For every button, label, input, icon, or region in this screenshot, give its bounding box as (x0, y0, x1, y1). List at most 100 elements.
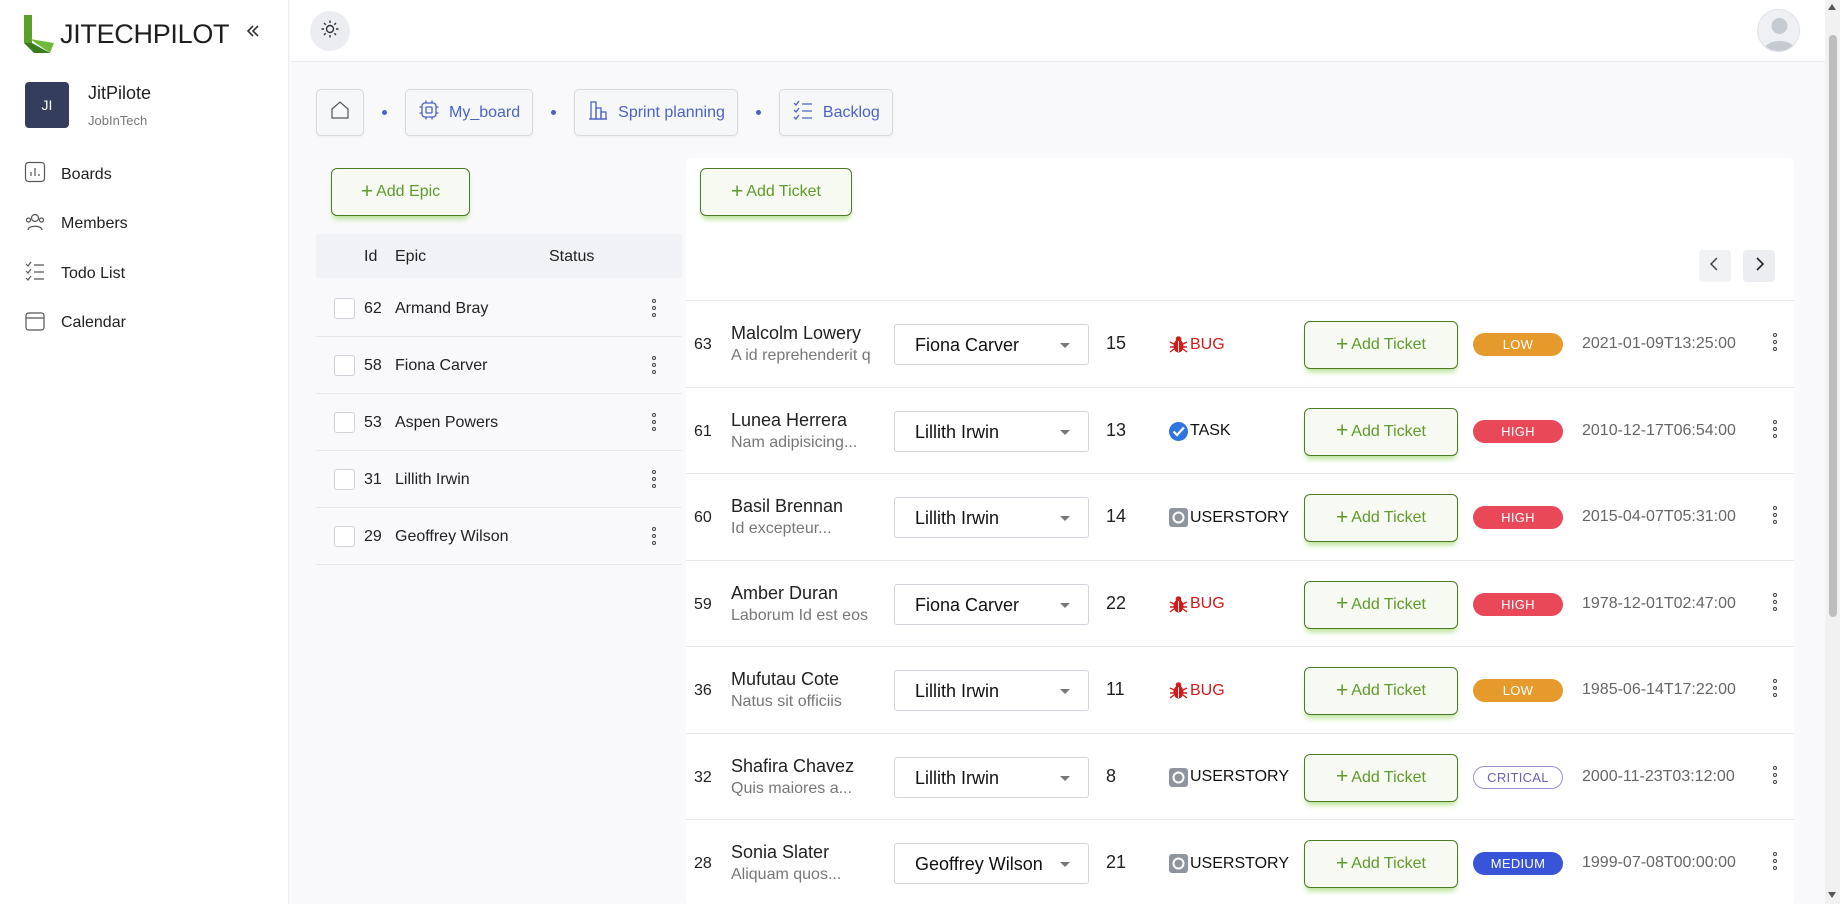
ticket-id: 59 (694, 595, 712, 613)
account-org: JobInTech (88, 112, 148, 128)
priority-badge: MEDIUM (1473, 852, 1563, 875)
add-ticket-row-button[interactable]: + Add Ticket (1304, 580, 1458, 629)
table-row[interactable]: 53 Aspen Powers (316, 394, 682, 451)
sidebar-item-members[interactable]: Members (24, 200, 264, 250)
next-page-button[interactable] (1743, 250, 1775, 282)
breadcrumb-sprint-planning[interactable]: Sprint planning (574, 89, 738, 136)
sun-icon (320, 19, 340, 44)
sidebar-item-label: Todo List (61, 264, 126, 282)
assignee-select[interactable]: Geoffrey Wilson (894, 843, 1089, 884)
table-row[interactable]: 32 Shafira Chavez Quis maiores a... Lill… (686, 734, 1794, 820)
collapse-sidebar-button[interactable] (240, 20, 266, 46)
user-avatar[interactable] (1757, 9, 1800, 52)
more-options-icon[interactable] (1770, 676, 1780, 700)
epic-panel: + Add Epic Id Epic Status 62 Armand Bray… (316, 158, 682, 578)
ticket-type: USERSTORY (1168, 767, 1289, 788)
ticket-type-label: BUG (1190, 681, 1225, 699)
table-row[interactable]: 63 Malcolm Lowery A id reprehenderit q F… (686, 301, 1794, 388)
table-row[interactable]: 59 Amber Duran Laborum Id est eos Fiona … (686, 561, 1794, 647)
row-checkbox[interactable] (334, 355, 355, 376)
add-ticket-row-button[interactable]: + Add Ticket (1304, 494, 1458, 542)
add-ticket-row-button[interactable]: + Add Ticket (1304, 667, 1458, 715)
epic-name: Geoffrey Wilson (395, 528, 509, 545)
bar-chart-icon (24, 161, 46, 188)
row-checkbox[interactable] (334, 298, 355, 319)
more-options-icon[interactable] (1770, 590, 1780, 614)
checklist-icon (792, 99, 814, 126)
scrollbar-thumb[interactable] (1829, 35, 1837, 617)
add-epic-label: Add Epic (376, 183, 441, 200)
more-options-icon[interactable] (649, 296, 659, 320)
scroll-up-arrow-icon[interactable] (1828, 4, 1836, 10)
breadcrumb-home[interactable] (316, 89, 364, 136)
epic-name: Armand Bray (395, 300, 489, 317)
assignee-select[interactable]: Lillith Irwin (894, 410, 1089, 452)
priority-badge: HIGH (1473, 419, 1563, 443)
table-row[interactable]: 28 Sonia Slater Aliquam quos... Geoffrey… (686, 820, 1794, 904)
table-row[interactable]: 29 Geoffrey Wilson (316, 508, 682, 565)
more-options-icon[interactable] (649, 467, 659, 491)
add-ticket-row-button[interactable]: + Add Ticket (1304, 753, 1458, 802)
table-row[interactable]: 58 Fiona Carver (316, 337, 682, 394)
sidebar-item-boards[interactable]: Boards (24, 150, 264, 200)
add-ticket-row-button[interactable]: + Add Ticket (1304, 840, 1458, 888)
caret-down-icon (1060, 429, 1070, 435)
assignee-select[interactable]: Lillith Irwin (894, 756, 1089, 798)
add-ticket-row-button[interactable]: + Add Ticket (1304, 407, 1458, 456)
ticket-type: BUG (1168, 680, 1225, 701)
ticket-type: USERSTORY (1168, 507, 1289, 528)
add-ticket-row-button[interactable]: + Add Ticket (1304, 321, 1458, 369)
bug-icon (1168, 594, 1189, 615)
sidebar-item-todo-list[interactable]: Todo List (24, 249, 264, 299)
page-scrollbar[interactable] (1825, 0, 1840, 904)
add-ticket-row-label: Add Ticket (1351, 768, 1426, 786)
scroll-down-arrow-icon[interactable] (1828, 892, 1836, 898)
ticket-date: 2021-01-09T13:25:00 (1582, 335, 1736, 352)
breadcrumb-backlog[interactable]: Backlog (778, 89, 893, 136)
more-options-icon[interactable] (1770, 763, 1780, 787)
assignee-select[interactable]: Fiona Carver (894, 583, 1089, 625)
sidebar-item-label: Calendar (61, 314, 126, 332)
more-options-icon[interactable] (649, 353, 659, 377)
ticket-date: 1985-06-14T17:22:00 (1582, 681, 1736, 698)
add-ticket-label: Add Ticket (746, 183, 821, 200)
more-options-icon[interactable] (1770, 417, 1780, 441)
row-checkbox[interactable] (334, 526, 355, 547)
sidebar-item-calendar[interactable]: Calendar (24, 299, 264, 349)
story-points: 13 (1106, 419, 1127, 440)
assignee-select[interactable]: Lillith Irwin (894, 497, 1089, 538)
table-row[interactable]: 62 Armand Bray (316, 280, 682, 337)
more-options-icon[interactable] (1770, 330, 1780, 354)
table-row[interactable]: 60 Basil Brennan Id excepteur... Lillith… (686, 474, 1794, 561)
ticket-type-label: TASK (1190, 422, 1231, 439)
account-switcher[interactable]: JI JitPilote JobInTech (25, 82, 151, 128)
more-options-icon[interactable] (649, 524, 659, 548)
ticket-description: Aliquam quos... (731, 866, 842, 883)
more-options-icon[interactable] (1770, 849, 1780, 873)
table-row[interactable]: 61 Lunea Herrera Nam adipisicing... Lill… (686, 388, 1794, 474)
add-ticket-row-label: Add Ticket (1351, 422, 1426, 440)
ticket-type-label: BUG (1190, 595, 1225, 612)
add-epic-button[interactable]: + Add Epic (331, 168, 470, 216)
assignee-select[interactable]: Lillith Irwin (894, 670, 1089, 711)
more-options-icon[interactable] (649, 410, 659, 434)
ticket-description: Nam adipisicing... (731, 433, 858, 451)
bug-icon (1168, 680, 1189, 701)
breadcrumb-my-board[interactable]: My_board (405, 89, 534, 136)
row-checkbox[interactable] (334, 469, 355, 490)
ticket-description: A id reprehenderit q (731, 347, 871, 364)
ticket-title: Basil Brennan (731, 496, 844, 516)
app-logo[interactable]: JITECHPILOT (20, 12, 230, 56)
assignee-select[interactable]: Fiona Carver (894, 324, 1089, 365)
ticket-description: Id excepteur... (731, 520, 832, 537)
ticket-title: Lunea Herrera (731, 409, 848, 430)
theme-toggle-button[interactable] (310, 11, 350, 51)
plus-icon: + (731, 179, 744, 203)
table-row[interactable]: 31 Lillith Irwin (316, 451, 682, 508)
add-ticket-button[interactable]: + Add Ticket (700, 168, 852, 216)
ticket-title: Amber Duran (731, 582, 839, 603)
table-row[interactable]: 36 Mufutau Cote Natus sit officiis Lilli… (686, 647, 1794, 734)
more-options-icon[interactable] (1770, 503, 1780, 527)
previous-page-button[interactable] (1699, 250, 1731, 282)
row-checkbox[interactable] (334, 412, 355, 433)
